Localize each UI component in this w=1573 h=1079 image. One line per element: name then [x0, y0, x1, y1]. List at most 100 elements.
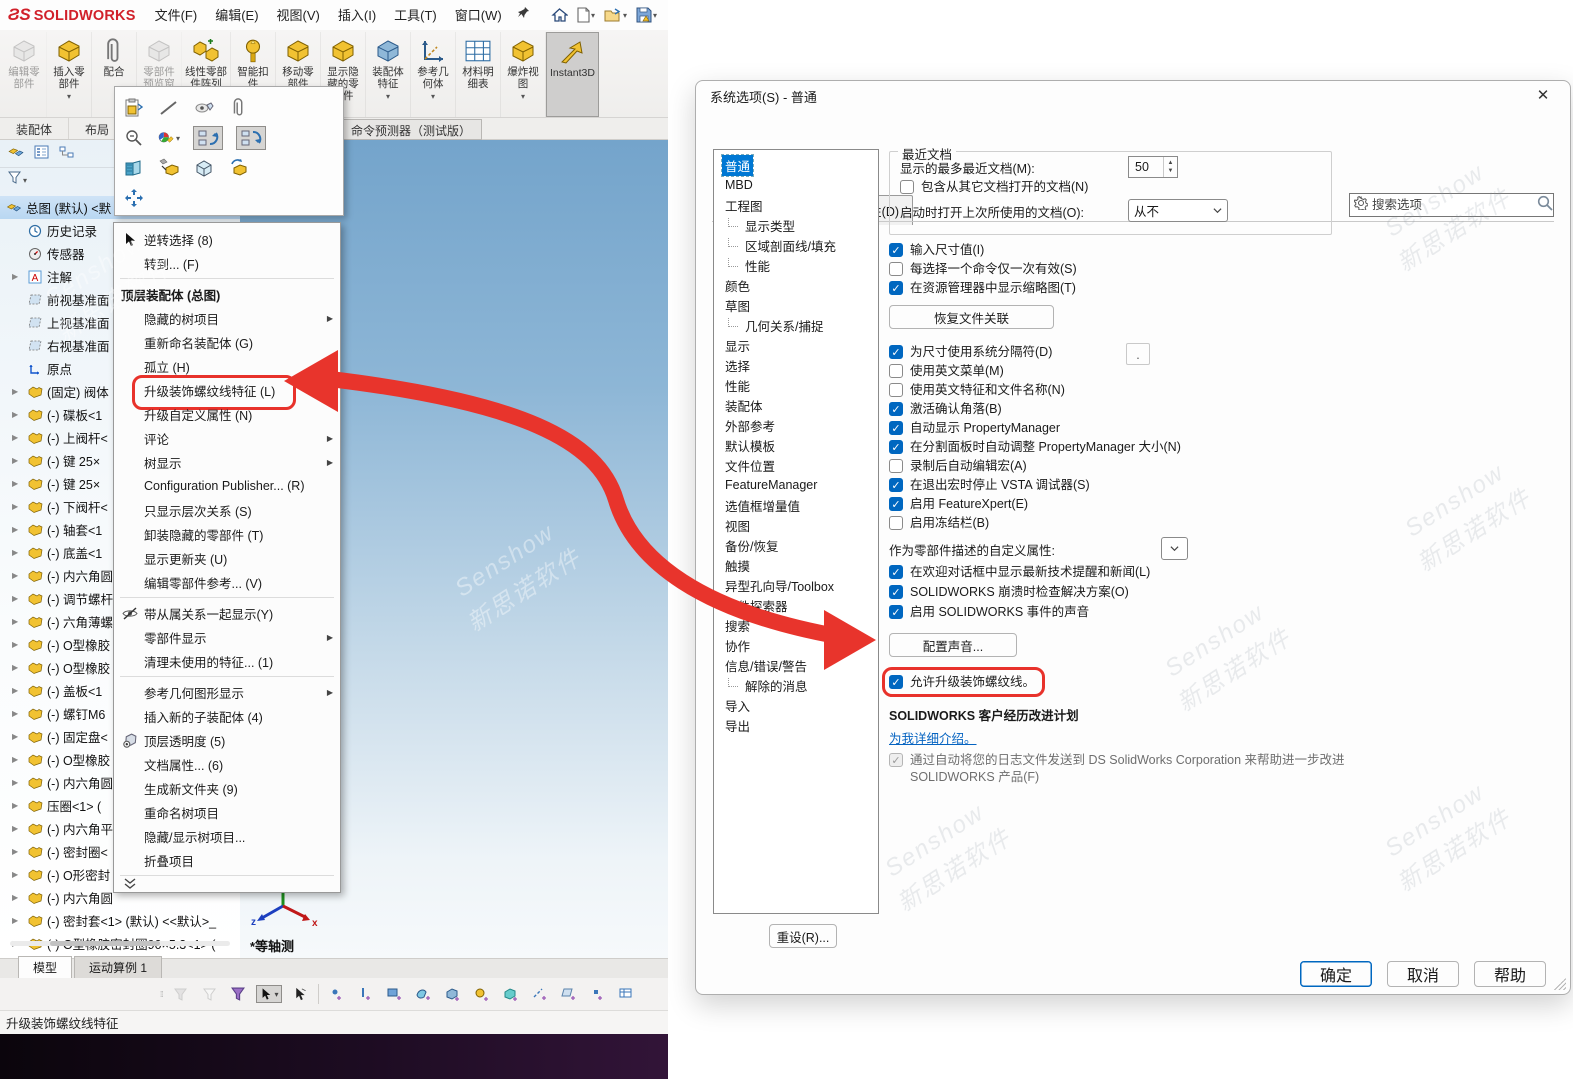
option-checkbox[interactable]: 在资源管理器中显示缩略图(T): [889, 279, 1549, 298]
menu-item[interactable]: 编辑(E): [206, 3, 267, 28]
options-category-item[interactable]: 显示类型: [714, 215, 878, 235]
drag-handle-icon[interactable]: ⁞⁞: [160, 990, 162, 999]
options-category-item[interactable]: 几何关系/捕捉: [714, 315, 878, 335]
checkbox-icon[interactable]: [889, 262, 903, 276]
options-category-item[interactable]: 选值框增量值: [714, 495, 878, 515]
caret-icon[interactable]: ▾: [623, 11, 627, 20]
options-category-item[interactable]: 解除的消息: [714, 675, 878, 695]
options-category-item[interactable]: 异型孔向导/Toolbox: [714, 575, 878, 595]
allow-upgrade-cosmetic-threads-checkbox[interactable]: 允许升级装饰螺纹线。: [889, 673, 1035, 692]
options-category-item[interactable]: 信息/错误/警告: [714, 655, 878, 675]
filter-toggle-icon[interactable]: [169, 988, 191, 1001]
option-checkbox[interactable]: 在分割面板时自动调整 PropertyManager 大小(N): [889, 438, 1549, 457]
ok-button[interactable]: 确定: [1300, 961, 1372, 987]
options-category-item[interactable]: 普通: [714, 155, 878, 175]
expand-arrow-icon[interactable]: ▶: [12, 571, 18, 580]
context-menu-item[interactable]: 逆转选择 (8) ▶: [114, 227, 340, 251]
caret-icon[interactable]: ▾: [653, 11, 657, 20]
checkbox-icon[interactable]: [889, 585, 903, 599]
context-menu-item[interactable]: 卸装隐藏的零部件 (T) ▶: [114, 522, 340, 546]
expand-arrow-icon[interactable]: ▶: [12, 548, 18, 557]
option-checkbox[interactable]: SOLIDWORKS 崩溃时检查解决方案(O): [889, 583, 1549, 603]
context-menu-item[interactable]: 转到... (F) ▶: [114, 251, 340, 275]
context-menu-item[interactable]: 隐藏/显示树项目... ▶: [114, 824, 340, 848]
ribbon-button[interactable]: 爆炸视 图 ▾: [501, 32, 546, 117]
custom-property-dropdown[interactable]: [1161, 537, 1188, 560]
home-icon[interactable]: [548, 5, 571, 25]
options-category-item[interactable]: FeatureManager: [714, 475, 878, 495]
checkbox-icon[interactable]: [900, 180, 914, 194]
options-category-item[interactable]: 导出: [714, 715, 878, 735]
filter-icon[interactable]: [8, 171, 21, 189]
expand-tree-icon[interactable]: [123, 188, 145, 208]
caret-icon[interactable]: ▾: [521, 92, 525, 101]
context-menu-item[interactable]: 插入新的子装配体 (4) ▶: [114, 704, 340, 728]
edit-appearance-icon[interactable]: ▾: [158, 129, 180, 147]
filter-point-icon[interactable]: [587, 987, 609, 1001]
update-assembly-icon[interactable]: [228, 158, 250, 178]
context-menu-item[interactable]: 清理未使用的特征... (1) ▶: [114, 649, 340, 673]
move-component-icon[interactable]: [158, 158, 180, 178]
menu-item[interactable]: 视图(V): [268, 3, 329, 28]
context-menu-item[interactable]: 重新命名装配体 (G) ▶: [114, 330, 340, 354]
context-menu-item[interactable]: 升级装饰螺纹线特征 (L) ▶: [114, 378, 340, 402]
appearance-icon[interactable]: [193, 100, 215, 117]
filter-all-icon[interactable]: [227, 987, 249, 1001]
expand-arrow-icon[interactable]: ▶: [12, 502, 18, 511]
max-recent-docs-stepper[interactable]: 50 ▲▼: [1128, 156, 1178, 178]
context-menu-item[interactable]: 显示更新夹 (U) ▶: [114, 546, 340, 570]
paste-properties-icon[interactable]: [123, 98, 145, 118]
filter-fastener-icon[interactable]: [471, 987, 493, 1002]
configurationmanager-tab-icon[interactable]: [59, 145, 74, 164]
options-category-item[interactable]: 视图: [714, 515, 878, 535]
feature-tree-item[interactable]: ▶ (-) 密封套<1> (默认) <<默认>_: [0, 909, 240, 932]
context-menu-item[interactable]: 升级自定义属性 (N) ▶: [114, 402, 340, 426]
cancel-button[interactable]: 取消: [1387, 961, 1459, 987]
option-checkbox[interactable]: 在欢迎对话框中显示最新技术提醒和新闻(L): [889, 563, 1549, 583]
filter-solid-icon[interactable]: [442, 987, 464, 1002]
context-menu-item[interactable]: 带从属关系一起显示(Y) ▶: [114, 601, 340, 625]
context-menu-item[interactable]: 折叠项目 ▶: [114, 848, 340, 872]
options-category-item[interactable]: 备份/恢复: [714, 535, 878, 555]
context-menu-item[interactable]: 零部件显示 ▶: [114, 625, 340, 649]
context-menu-item[interactable]: 顶层装配体 (总图) ▶: [114, 282, 340, 306]
context-menu-item[interactable]: 重命名树项目 ▶: [114, 800, 340, 824]
propertymanager-tab-icon[interactable]: [34, 145, 49, 164]
option-checkbox[interactable]: 启用 SOLIDWORKS 事件的声音: [889, 603, 1549, 623]
menu-item[interactable]: 文件(F): [146, 3, 207, 28]
checkbox-icon[interactable]: [889, 478, 903, 492]
reorder-tree-icon[interactable]: [236, 126, 266, 150]
options-category-item[interactable]: 性能: [714, 375, 878, 395]
options-category-item[interactable]: 搜索: [714, 615, 878, 635]
options-category-item[interactable]: 颜色: [714, 275, 878, 295]
checkbox-icon[interactable]: [889, 364, 903, 378]
expand-arrow-icon[interactable]: ▶: [12, 732, 18, 741]
filter-clear-icon[interactable]: [198, 988, 220, 1001]
attachment-icon[interactable]: [228, 98, 250, 118]
expand-arrow-icon[interactable]: ▶: [12, 893, 18, 902]
option-checkbox[interactable]: 激活确认角落(B): [889, 400, 1549, 419]
checkbox-icon[interactable]: [889, 497, 903, 511]
filter-axis-icon[interactable]: [529, 987, 551, 1001]
options-category-item[interactable]: 显示: [714, 335, 878, 355]
options-category-item[interactable]: 区域剖面线/填充: [714, 235, 878, 255]
expand-arrow-icon[interactable]: ▶: [12, 870, 18, 879]
option-checkbox[interactable]: 启用冻结栏(B): [889, 514, 1549, 533]
filter-vertices-icon[interactable]: [326, 987, 348, 1001]
options-category-item[interactable]: 外部参考: [714, 415, 878, 435]
context-menu-item[interactable]: 参考几何图形显示 ▶: [114, 680, 340, 704]
expand-arrow-icon[interactable]: ▶: [12, 663, 18, 672]
ribbon-button[interactable]: 编辑零 部件 ▾: [2, 32, 47, 117]
expand-arrow-icon[interactable]: ▶: [12, 479, 18, 488]
new-document-icon[interactable]: ▾: [574, 5, 598, 25]
options-category-item[interactable]: 工程图: [714, 195, 878, 215]
options-category-item[interactable]: 协作: [714, 635, 878, 655]
ribbon-button[interactable]: 装配体 特征 ▾: [366, 32, 411, 117]
context-menu-item[interactable]: ▶: [114, 673, 340, 680]
expand-arrow-icon[interactable]: ▶: [12, 847, 18, 856]
filter-table-icon[interactable]: [616, 987, 638, 1001]
context-menu-item[interactable]: 编辑零部件参考... (V) ▶: [114, 570, 340, 594]
checkbox-icon[interactable]: [889, 383, 903, 397]
expand-arrow-icon[interactable]: ▶: [12, 410, 18, 419]
document-tab[interactable]: 模型: [18, 956, 72, 978]
